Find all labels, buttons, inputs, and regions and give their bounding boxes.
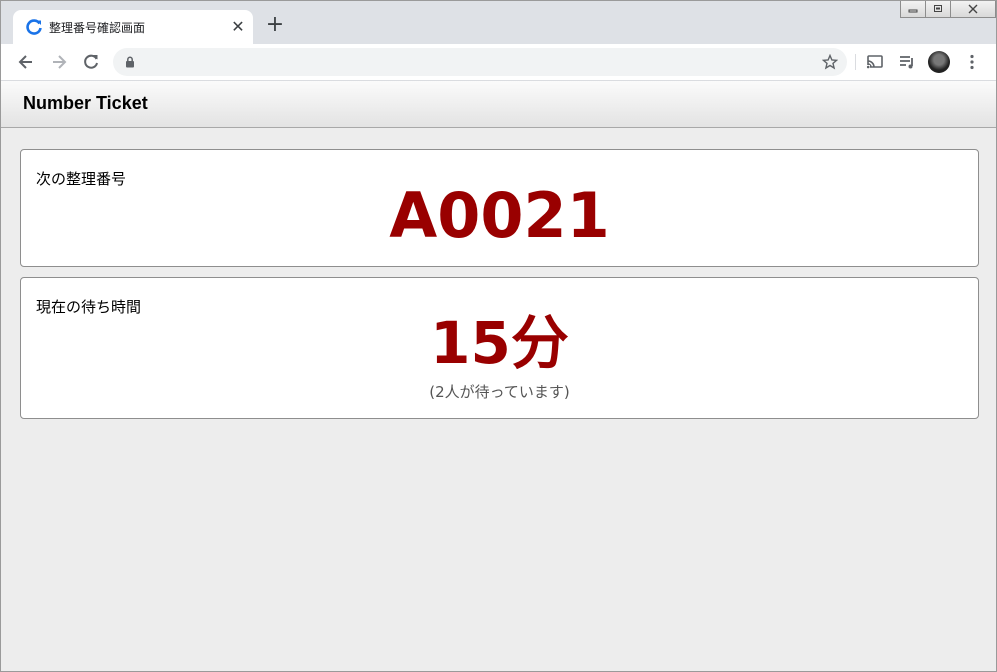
- tab-close-icon[interactable]: ✕: [228, 17, 248, 37]
- cast-icon[interactable]: [865, 52, 885, 72]
- window-controls: [900, 1, 996, 19]
- bookmark-star-icon[interactable]: [822, 54, 838, 70]
- close-window-button[interactable]: [950, 1, 996, 18]
- forward-arrow-icon[interactable]: [49, 52, 69, 72]
- address-bar[interactable]: [113, 48, 847, 76]
- page-title: Number Ticket: [23, 93, 148, 113]
- lock-icon[interactable]: [125, 56, 135, 68]
- kebab-menu-icon[interactable]: [962, 52, 982, 72]
- maximize-button[interactable]: [925, 1, 951, 18]
- back-arrow-icon[interactable]: [16, 52, 36, 72]
- browser-toolbar: [1, 44, 996, 81]
- profile-avatar[interactable]: [928, 51, 950, 73]
- wait-time-card: 現在の待ち時間 15分 (2人が待っています): [20, 277, 979, 419]
- waiting-count-note: (2人が待っています): [429, 383, 570, 401]
- media-queue-icon[interactable]: [897, 52, 917, 72]
- page-header: Number Ticket: [1, 81, 996, 128]
- tab-strip: 整理番号確認画面 ✕ +: [1, 1, 996, 44]
- toolbar-separator: [855, 54, 856, 70]
- active-tab[interactable]: 整理番号確認画面 ✕: [13, 10, 253, 44]
- minimize-icon: [908, 9, 918, 13]
- reload-spinner-icon: [26, 19, 42, 35]
- new-tab-button[interactable]: +: [264, 14, 286, 36]
- minimize-button[interactable]: [900, 1, 926, 18]
- reload-icon[interactable]: [81, 52, 101, 72]
- restore-icon: [934, 5, 942, 12]
- browser-window: 整理番号確認画面 ✕ + Number Ticket 次の整理番号 A0021 …: [0, 0, 997, 672]
- close-window-icon: [968, 4, 978, 14]
- next-ticket-card: 次の整理番号 A0021: [20, 149, 979, 267]
- tab-title: 整理番号確認画面: [49, 21, 146, 35]
- wait-time-value: 15分: [430, 309, 569, 377]
- next-ticket-number: A0021: [389, 179, 610, 252]
